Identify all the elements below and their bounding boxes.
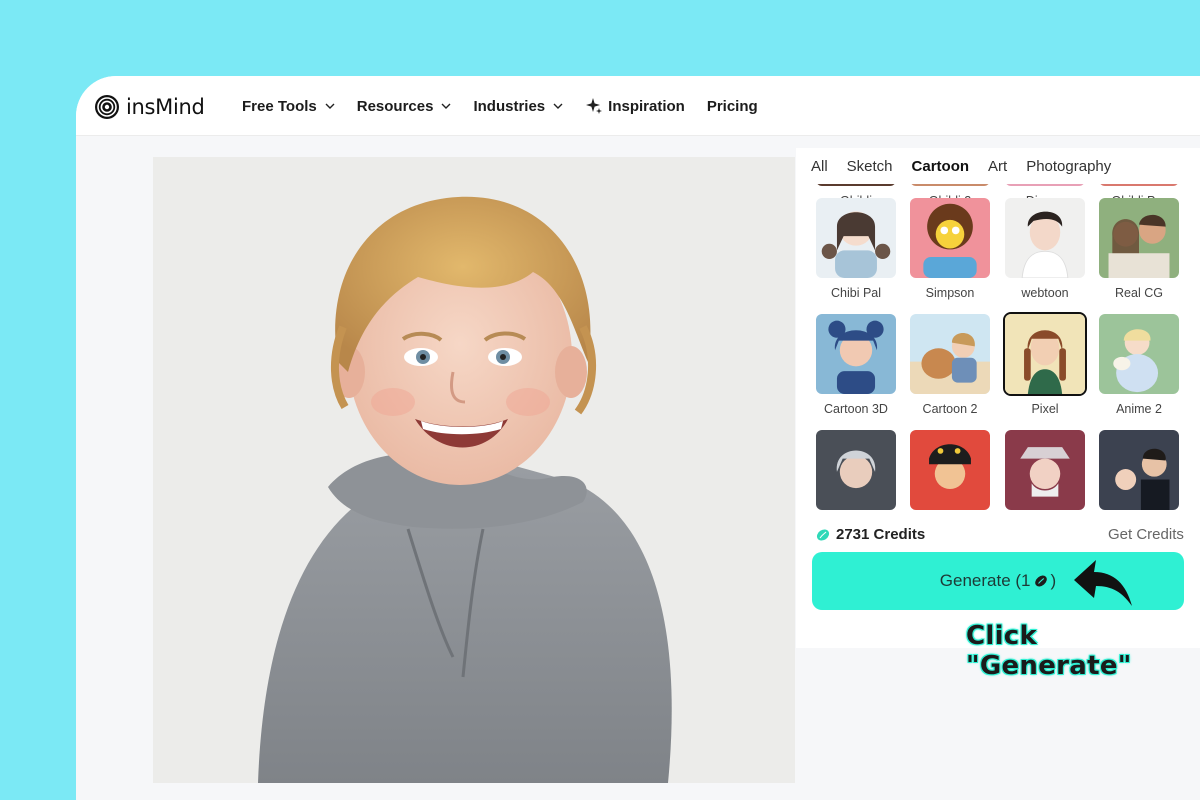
menu-industries[interactable]: Industries — [473, 98, 563, 115]
style-thumbnail — [1097, 312, 1181, 396]
style-label: Cartoon 3D — [824, 402, 888, 416]
credits-balance: 2731 Credits — [816, 526, 925, 543]
top-navigation: insMind Free Tools Resources Industries … — [76, 76, 1200, 136]
credit-bean-icon — [816, 528, 830, 541]
chevron-down-icon — [441, 103, 451, 109]
style-thumbnail — [1003, 428, 1087, 512]
style-label: webtoon — [1021, 286, 1069, 300]
tab-cartoon[interactable]: Cartoon — [912, 158, 970, 175]
menu-label: Industries — [473, 97, 546, 115]
logo-spiral-icon — [95, 95, 119, 119]
get-credits-link[interactable]: Get Credits — [1108, 526, 1184, 543]
menu-inspiration[interactable]: Inspiration — [585, 97, 685, 115]
menu-label: Pricing — [706, 97, 758, 115]
style-thumbnail — [1097, 196, 1181, 280]
style-label: Cartoon 2 — [922, 402, 978, 416]
brand-logo[interactable]: insMind — [94, 94, 205, 120]
style-label: Pixel — [1031, 402, 1059, 416]
credits-amount: 2731 Credits — [836, 526, 926, 543]
style-tile-simpson[interactable]: Simpson — [906, 196, 994, 300]
style-thumbnail — [908, 196, 992, 280]
main-menu: Free Tools Resources Industries Inspirat… — [242, 76, 780, 136]
style-thumbnail — [908, 428, 992, 512]
style-grid: Ghibli Ghibli 2 Disney Ghibli Pro Chibi … — [796, 184, 1200, 516]
style-tile-cartoon-3d[interactable]: Cartoon 3D — [812, 312, 900, 416]
style-tile-row4-4[interactable] — [1095, 428, 1183, 516]
style-thumbnail — [908, 184, 992, 188]
tab-sketch[interactable]: Sketch — [847, 158, 893, 175]
sparkle-icon — [586, 98, 603, 114]
style-tile-row4-2[interactable] — [906, 428, 994, 516]
tab-photography[interactable]: Photography — [1026, 158, 1111, 175]
app-window: insMind Free Tools Resources Industries … — [76, 76, 1200, 800]
pointer-arrow-icon — [1074, 560, 1132, 606]
style-tile-cartoon-2[interactable]: Cartoon 2 — [906, 312, 994, 416]
style-label: Real CG — [1115, 286, 1163, 300]
generate-label-prefix: Generate (1 — [939, 571, 1031, 590]
style-tile-webtoon[interactable]: webtoon — [1001, 196, 1089, 300]
chevron-down-icon — [553, 103, 563, 109]
style-label: Simpson — [925, 286, 975, 300]
style-thumbnail — [814, 312, 898, 396]
menu-pricing[interactable]: Pricing — [707, 98, 758, 115]
brand-name: insMind — [126, 95, 205, 119]
style-tile-chibi-pal[interactable]: Chibi Pal — [812, 196, 900, 300]
style-tile-anime-2[interactable]: Anime 2 — [1095, 312, 1183, 416]
style-thumbnail — [814, 196, 898, 280]
style-thumbnail — [1003, 196, 1087, 280]
menu-resources[interactable]: Resources — [357, 98, 452, 115]
style-tile-row4-1[interactable] — [812, 428, 900, 516]
menu-free-tools[interactable]: Free Tools — [242, 98, 335, 115]
menu-label: Resources — [356, 97, 434, 115]
uploaded-photo-preview — [153, 157, 795, 783]
style-label: Chibi Pal — [830, 286, 882, 300]
style-tile-row4-3[interactable] — [1001, 428, 1089, 516]
tab-all[interactable]: All — [811, 158, 828, 175]
style-label: Anime 2 — [1116, 402, 1162, 416]
style-thumbnail — [908, 312, 992, 396]
style-thumbnail — [1003, 184, 1087, 188]
style-thumbnail — [814, 428, 898, 512]
category-tabs: All Sketch Cartoon Art Photography — [796, 148, 1200, 184]
style-thumbnail — [1097, 428, 1181, 512]
instruction-caption: Click "Generate" — [966, 621, 1132, 681]
chevron-down-icon — [325, 103, 335, 109]
menu-label: Free Tools — [242, 97, 317, 115]
menu-label: Inspiration — [608, 97, 685, 115]
style-tile-real-cg[interactable]: Real CG — [1095, 196, 1183, 300]
child-portrait-image — [153, 157, 795, 783]
style-tile-pixel[interactable]: Pixel — [1001, 312, 1089, 416]
style-thumbnail-selected — [1003, 312, 1087, 396]
style-thumbnail — [814, 184, 898, 188]
tab-art[interactable]: Art — [988, 158, 1007, 175]
style-thumbnail — [1097, 184, 1181, 188]
generate-label-suffix: ) — [1050, 571, 1057, 590]
credit-bean-icon — [1034, 575, 1047, 587]
